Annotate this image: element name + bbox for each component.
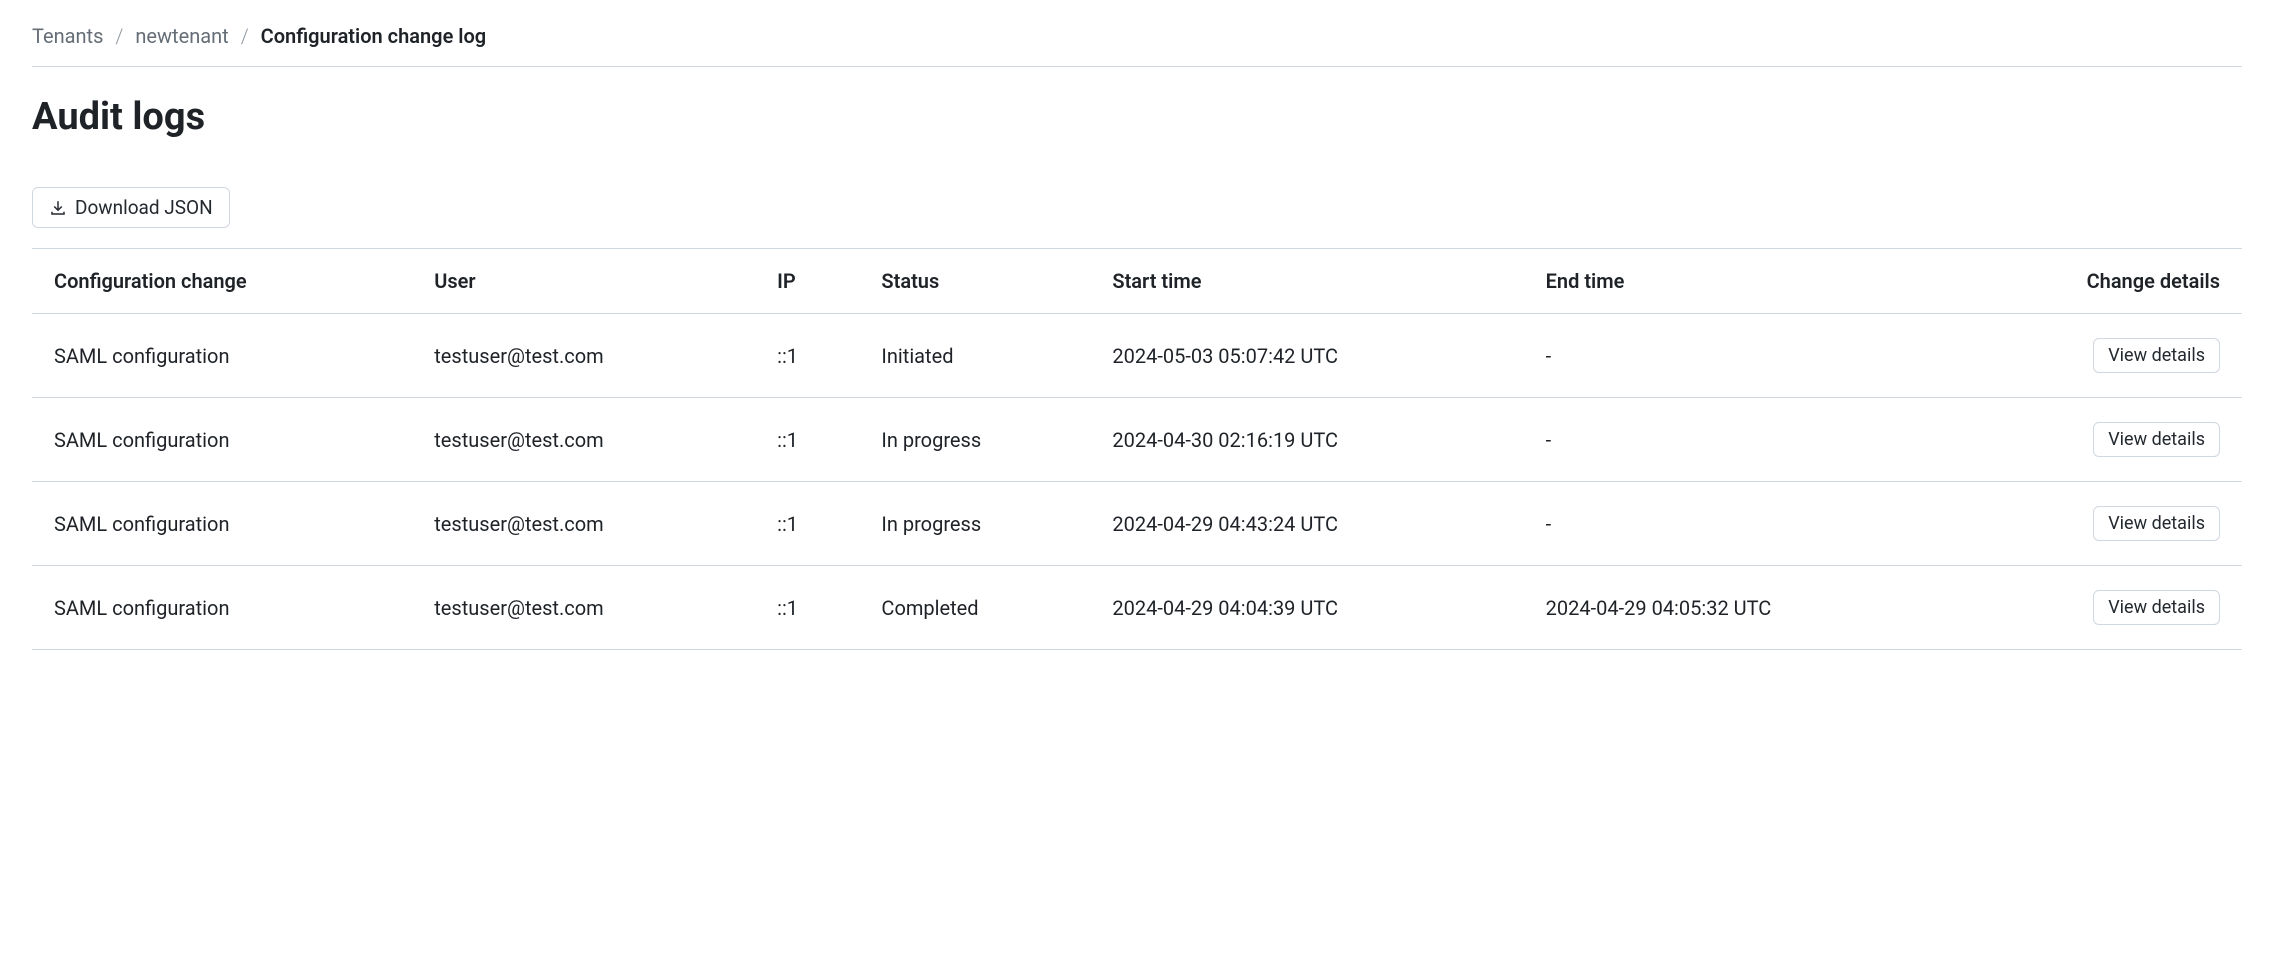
breadcrumb-separator: / — [115, 24, 123, 48]
cell-user: testuser@test.com — [412, 566, 755, 650]
page-title: Audit logs — [32, 95, 2242, 139]
cell-user: testuser@test.com — [412, 482, 755, 566]
view-details-button[interactable]: View details — [2093, 506, 2220, 541]
cell-config-change: SAML configuration — [32, 482, 412, 566]
cell-change-details: View details — [1957, 398, 2242, 482]
cell-ip: ::1 — [755, 398, 859, 482]
download-json-button[interactable]: Download JSON — [32, 187, 230, 228]
header-change-details: Change details — [1957, 249, 2242, 314]
cell-end-time: - — [1524, 398, 1957, 482]
table-row: SAML configurationtestuser@test.com::1In… — [32, 398, 2242, 482]
cell-end-time: 2024-04-29 04:05:32 UTC — [1524, 566, 1957, 650]
cell-status: In progress — [859, 482, 1090, 566]
cell-start-time: 2024-04-29 04:43:24 UTC — [1090, 482, 1523, 566]
table-row: SAML configurationtestuser@test.com::1Co… — [32, 566, 2242, 650]
table-row: SAML configurationtestuser@test.com::1In… — [32, 314, 2242, 398]
view-details-button[interactable]: View details — [2093, 338, 2220, 373]
cell-end-time: - — [1524, 482, 1957, 566]
view-details-button[interactable]: View details — [2093, 590, 2220, 625]
cell-user: testuser@test.com — [412, 314, 755, 398]
cell-start-time: 2024-05-03 05:07:42 UTC — [1090, 314, 1523, 398]
breadcrumb-separator: / — [241, 24, 249, 48]
cell-config-change: SAML configuration — [32, 314, 412, 398]
header-user: User — [412, 249, 755, 314]
download-json-label: Download JSON — [75, 196, 213, 219]
audit-logs-table: Configuration change User IP Status Star… — [32, 248, 2242, 650]
cell-status: In progress — [859, 398, 1090, 482]
cell-user: testuser@test.com — [412, 398, 755, 482]
download-icon — [49, 199, 67, 217]
cell-status: Completed — [859, 566, 1090, 650]
cell-change-details: View details — [1957, 482, 2242, 566]
view-details-button[interactable]: View details — [2093, 422, 2220, 457]
header-status: Status — [859, 249, 1090, 314]
cell-end-time: - — [1524, 314, 1957, 398]
cell-ip: ::1 — [755, 314, 859, 398]
cell-config-change: SAML configuration — [32, 398, 412, 482]
breadcrumb: Tenants / newtenant / Configuration chan… — [32, 24, 2242, 67]
cell-start-time: 2024-04-29 04:04:39 UTC — [1090, 566, 1523, 650]
cell-change-details: View details — [1957, 566, 2242, 650]
cell-config-change: SAML configuration — [32, 566, 412, 650]
header-end-time: End time — [1524, 249, 1957, 314]
breadcrumb-link-tenants[interactable]: Tenants — [32, 24, 103, 48]
header-ip: IP — [755, 249, 859, 314]
cell-change-details: View details — [1957, 314, 2242, 398]
cell-ip: ::1 — [755, 566, 859, 650]
table-row: SAML configurationtestuser@test.com::1In… — [32, 482, 2242, 566]
breadcrumb-link-tenant[interactable]: newtenant — [135, 24, 228, 48]
header-config-change: Configuration change — [32, 249, 412, 314]
cell-ip: ::1 — [755, 482, 859, 566]
cell-start-time: 2024-04-30 02:16:19 UTC — [1090, 398, 1523, 482]
header-start-time: Start time — [1090, 249, 1523, 314]
breadcrumb-current: Configuration change log — [261, 24, 487, 48]
cell-status: Initiated — [859, 314, 1090, 398]
